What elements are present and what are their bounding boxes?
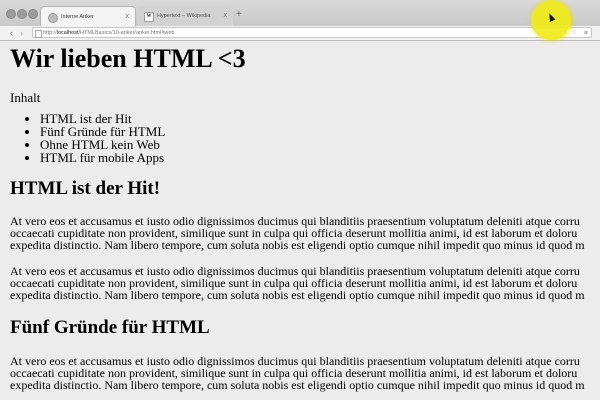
close-tab-icon[interactable]: x: [126, 7, 130, 27]
page-title: Wir lieben HTML <3: [10, 44, 246, 73]
tab-title: Hypertext – Wikipedia: [157, 13, 211, 19]
section-heading: HTML ist der Hit!: [10, 178, 161, 199]
tab-hypertext-wikipedia[interactable]: W Hypertext – Wikipedia x: [137, 6, 233, 26]
forward-button[interactable]: ›: [20, 27, 23, 39]
toc-list: HTML ist der Hit Fünf Gründe für HTML Oh…: [10, 112, 165, 164]
url-scheme: http://: [43, 30, 57, 36]
wikipedia-favicon-icon: W: [144, 12, 154, 22]
paragraph-line: expedita distinctio. Nam libero tempore,…: [10, 378, 585, 392]
new-tab-button[interactable]: +: [236, 8, 242, 22]
zoom-window-button[interactable]: [28, 9, 38, 19]
page-viewport: Wir lieben HTML <3 Inhalt HTML ist der H…: [0, 41, 600, 400]
url-path: /HTMLBasics/10-anker/anker.html#web: [78, 30, 175, 36]
page-info-icon[interactable]: [35, 30, 42, 38]
bookmark-star-icon[interactable]: ☆: [572, 28, 577, 39]
section-heading: Fünf Gründe für HTML: [10, 317, 210, 338]
paragraph-line: expedita distinctio. Nam libero tempore,…: [10, 238, 585, 252]
minimize-window-button[interactable]: [17, 9, 27, 19]
close-window-button[interactable]: [6, 9, 16, 19]
menu-icon[interactable]: ≡: [584, 28, 588, 39]
page-favicon-icon: [48, 13, 58, 23]
url-bar[interactable]: http://localhost/HTMLBasics/10-anker/ank…: [32, 27, 592, 38]
close-tab-icon[interactable]: x: [224, 6, 228, 26]
url-host: localhost: [56, 30, 79, 36]
back-button[interactable]: ‹: [10, 27, 13, 39]
browser-toolbar: ‹ › http://localhost/HTMLBasics/10-anker…: [0, 26, 600, 41]
browser-titlebar: Interne Anker x W Hypertext – Wikipedia …: [0, 0, 600, 27]
toc-item[interactable]: HTML für mobile Apps: [40, 151, 165, 164]
toc-title: Inhalt: [10, 90, 41, 105]
tab-interne-anker[interactable]: Interne Anker x: [40, 6, 136, 26]
paragraph-line: expedita distinctio. Nam libero tempore,…: [10, 288, 585, 302]
tab-title: Interne Anker: [61, 14, 94, 20]
